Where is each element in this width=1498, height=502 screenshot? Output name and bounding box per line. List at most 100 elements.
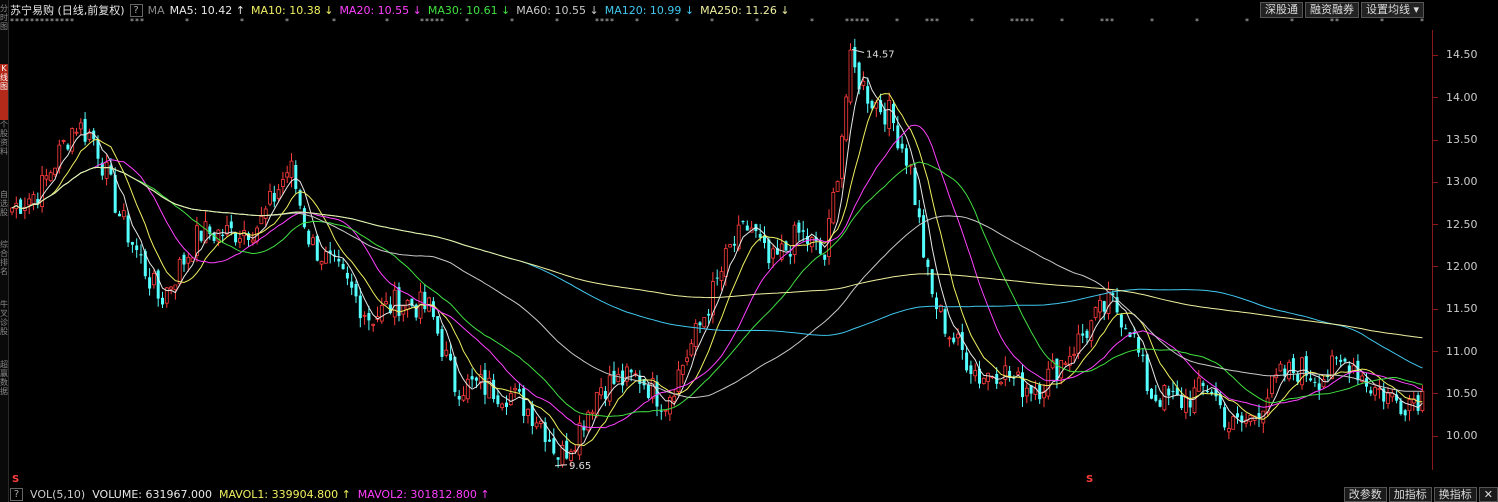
candle-down — [496, 395, 500, 405]
candle-down — [1085, 330, 1089, 338]
candle-up — [323, 251, 328, 264]
candle-down — [1158, 400, 1162, 407]
candle-down — [307, 230, 311, 245]
candle-down — [1304, 356, 1308, 376]
candle-down — [1167, 388, 1171, 396]
volume-indicator-bar: ? VOL(5,10) VOLUME: 631967.000 MAVOL1: 3… — [10, 487, 1498, 502]
switch-indicator-button[interactable]: 换指标 — [1433, 487, 1477, 502]
y-tick-label: 10.00 — [1433, 429, 1497, 442]
y-tick-label: 10.50 — [1433, 387, 1497, 400]
candle-up — [384, 301, 389, 305]
candle-up — [1016, 371, 1021, 375]
candle-up — [599, 387, 603, 396]
candle-up — [685, 357, 689, 362]
candle-up — [887, 99, 892, 129]
candle-down — [1313, 381, 1317, 383]
candle-down — [126, 215, 130, 243]
candle-down — [930, 269, 934, 295]
candle-up — [362, 314, 367, 317]
mavol2-value: MAVOL2: 301812.800 ↑ — [357, 488, 490, 501]
candle-down — [505, 402, 508, 408]
candle-up — [1386, 392, 1390, 404]
candle-down — [302, 208, 306, 228]
candle-up — [44, 175, 49, 180]
change-params-button[interactable]: 改参数 — [1343, 487, 1387, 502]
y-tick-label: 13.00 — [1433, 175, 1497, 188]
candle-up — [87, 133, 92, 140]
sell-marker: S — [12, 474, 19, 485]
candle-up — [10, 207, 14, 213]
candle-up — [27, 198, 32, 206]
mavol1-value: MAVOL1: 339904.800 ↑ — [218, 488, 351, 501]
candle-up — [280, 179, 285, 187]
candle-up — [285, 172, 290, 178]
candle-up — [289, 160, 294, 178]
candle-up — [1231, 416, 1236, 430]
candle-down — [629, 369, 633, 373]
candle-down — [492, 379, 496, 400]
candle-down — [797, 222, 801, 233]
candle-down — [1309, 378, 1313, 381]
candle-up — [668, 397, 672, 415]
sell-marker: S — [1086, 474, 1093, 485]
candle-down — [913, 167, 917, 206]
candle-down — [341, 263, 345, 270]
candle-down — [1369, 390, 1373, 394]
add-indicator-button[interactable]: 加指标 — [1388, 487, 1432, 502]
candle-up — [48, 172, 53, 182]
candle-up — [401, 305, 406, 315]
close-indicator-button[interactable]: ✕ — [1478, 487, 1498, 502]
candle-down — [896, 125, 900, 149]
candle-up — [57, 144, 62, 169]
candle-down — [745, 225, 749, 231]
candle-down — [1180, 395, 1184, 409]
candle-down — [603, 390, 607, 399]
candle-down — [952, 337, 956, 343]
volume-value: VOLUME: 631967.000 — [92, 488, 212, 501]
candle-up — [973, 370, 978, 377]
candle-down — [440, 329, 444, 357]
candle-up — [392, 289, 397, 318]
candle-up — [78, 122, 83, 130]
candle-down — [483, 369, 487, 395]
candle-down — [1339, 359, 1343, 362]
volume-help-icon[interactable]: ? — [10, 488, 23, 501]
candle-down — [229, 221, 233, 229]
candle-down — [522, 388, 526, 416]
candle-down — [904, 148, 908, 166]
candle-up — [311, 237, 315, 245]
annotation-label: 9.65 — [569, 461, 591, 472]
candle-up — [104, 161, 109, 179]
candle-up — [771, 248, 775, 259]
candle-up — [1373, 387, 1377, 396]
candle-down — [272, 192, 276, 202]
candle-up — [1093, 307, 1098, 318]
y-tick-label: 11.50 — [1433, 302, 1497, 315]
candle-up — [461, 395, 466, 401]
y-tick-label: 14.50 — [1433, 48, 1497, 61]
candle-up — [1196, 377, 1201, 392]
candle-down — [552, 438, 556, 454]
candle-down — [148, 277, 152, 289]
candle-down — [1416, 395, 1420, 411]
candle-down — [823, 254, 827, 260]
candle-down — [917, 208, 921, 218]
candle-down — [612, 370, 616, 384]
candle-up — [121, 210, 126, 218]
candle-down — [182, 254, 186, 265]
candle-down — [457, 395, 461, 400]
candle-down — [1343, 358, 1347, 362]
candle-down — [1223, 407, 1227, 428]
candle-up — [663, 409, 668, 412]
candle-up — [650, 378, 655, 399]
candle-down — [943, 309, 947, 334]
candle-down — [1055, 358, 1059, 381]
candle-up — [276, 189, 281, 199]
candlestick-chart[interactable]: 14.57 9.65 S S — [0, 0, 1432, 487]
candle-down — [350, 281, 354, 288]
candle-down — [548, 439, 551, 442]
candle-up — [53, 167, 57, 175]
candle-down — [969, 365, 973, 375]
candle-up — [1278, 363, 1283, 372]
candle-down — [345, 272, 349, 279]
